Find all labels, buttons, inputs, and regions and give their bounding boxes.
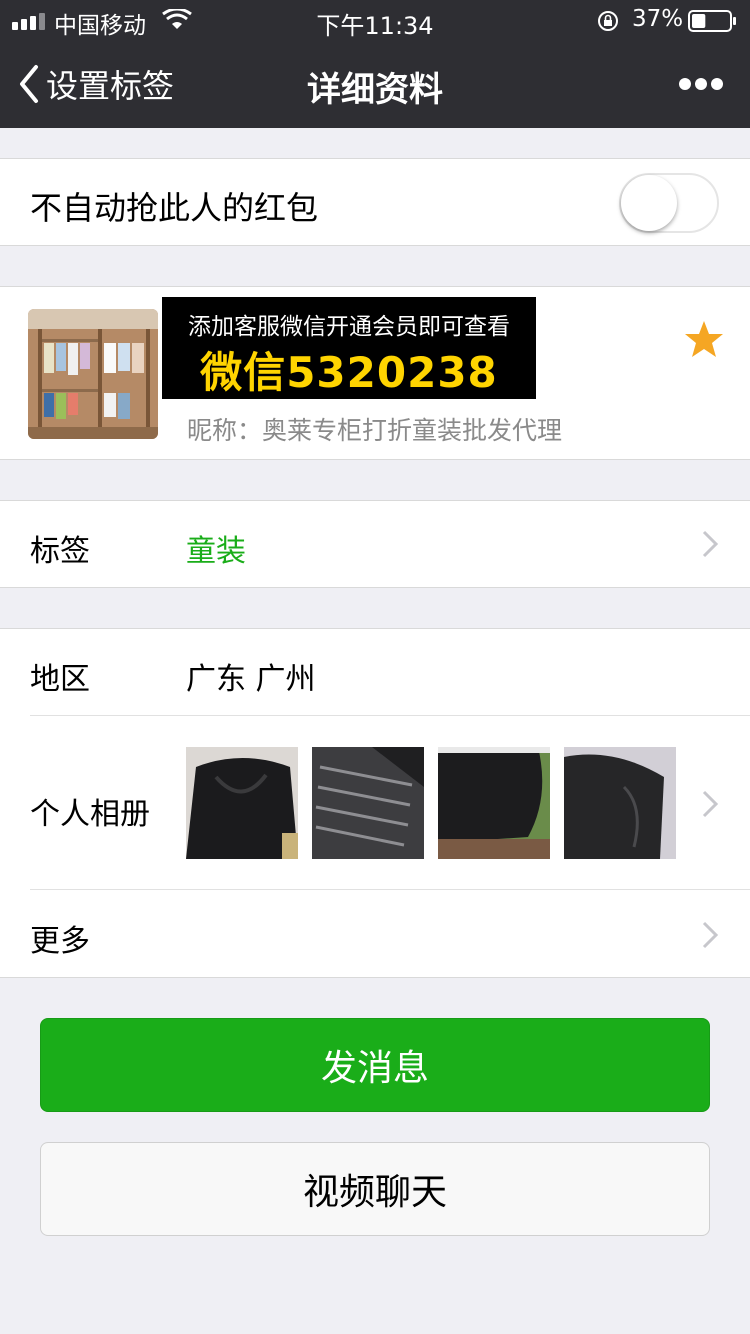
more-icon[interactable] — [678, 76, 724, 92]
region-row: 地区 广东 广州 — [0, 629, 750, 715]
album-photo-4[interactable] — [564, 747, 676, 859]
red-packet-toggle[interactable] — [619, 173, 719, 233]
star-icon[interactable] — [684, 319, 724, 359]
page-title: 详细资料 — [307, 70, 443, 110]
profile-card[interactable]: 添加客服微信开通会员即可查看 微信5320238 昵称：奥莱专柜打折童装批发代理 — [0, 286, 750, 460]
more-label: 更多 — [30, 924, 90, 959]
red-packet-label: 不自动抢此人的红包 — [30, 189, 319, 227]
tags-section[interactable]: 标签 童装 — [0, 500, 750, 588]
album-photo-2[interactable] — [312, 747, 424, 859]
status-bar: 中国移动 下午11:34 37% — [0, 0, 750, 40]
send-message-button[interactable]: 发消息 — [40, 1018, 710, 1112]
region-label: 地区 — [30, 662, 90, 697]
navigation-bar: 设置标签 详细资料 — [0, 40, 750, 128]
video-chat-button[interactable]: 视频聊天 — [40, 1142, 710, 1236]
chevron-right-icon — [702, 921, 719, 949]
region-value: 广东 广州 — [186, 662, 316, 697]
promo-wechat-id: 微信5320238 — [200, 348, 498, 397]
promo-text: 添加客服微信开通会员即可查看 — [188, 314, 510, 340]
album-photo-1[interactable] — [186, 747, 298, 859]
avatar[interactable] — [28, 309, 158, 439]
tags-value: 童装 — [186, 534, 246, 569]
rotation-lock-icon — [598, 11, 618, 31]
chevron-right-icon — [702, 790, 719, 818]
red-packet-section: 不自动抢此人的红包 — [0, 158, 750, 246]
battery-icon — [688, 10, 736, 32]
battery-percent: 37% — [632, 6, 684, 32]
info-section: 地区 广东 广州 个人相册 更多 — [0, 628, 750, 978]
album-photo-3[interactable] — [438, 747, 550, 859]
chevron-right-icon — [702, 530, 719, 558]
toggle-knob — [621, 175, 677, 231]
album-label: 个人相册 — [30, 797, 150, 832]
tags-label: 标签 — [30, 534, 90, 569]
more-row[interactable]: 更多 — [0, 890, 750, 977]
nickname: 昵称：奥莱专柜打折童装批发代理 — [187, 416, 563, 445]
promo-banner: 添加客服微信开通会员即可查看 微信5320238 — [162, 297, 536, 399]
